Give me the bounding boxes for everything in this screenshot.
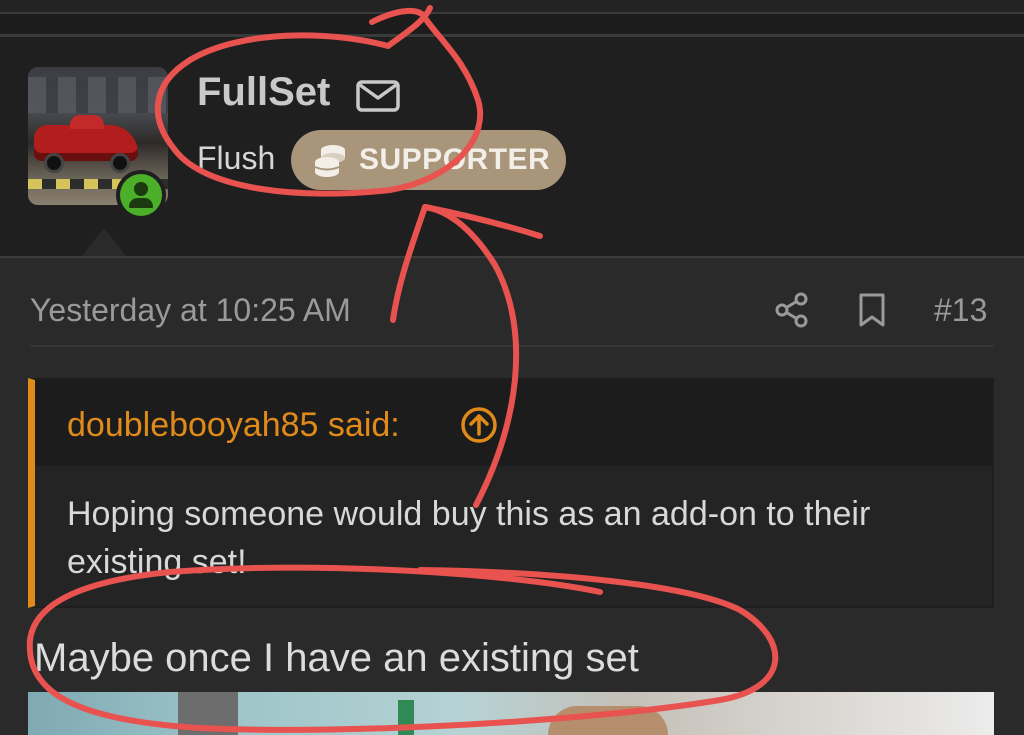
quote-block: doublebooyah85 said: Hoping someone woul… (28, 378, 994, 608)
quote-header: doublebooyah85 said: (35, 380, 992, 466)
arrow-up-circle-icon[interactable] (459, 405, 499, 445)
username[interactable]: FullSet (197, 70, 330, 115)
quote-text: Hoping someone would buy this as an add-… (67, 495, 871, 581)
post-timestamp[interactable]: Yesterday at 10:25 AM (30, 292, 351, 329)
coins-icon (314, 145, 345, 177)
post-number[interactable]: #13 (934, 292, 987, 329)
author-pointer (82, 228, 126, 256)
online-status-icon (116, 170, 166, 220)
attached-image[interactable] (28, 692, 994, 735)
quote-author[interactable]: doublebooyah85 said: (67, 406, 400, 445)
image-detail (548, 706, 668, 735)
avatar-background (28, 77, 168, 113)
post-message: Maybe once I have an existing set (34, 636, 639, 680)
bookmark-icon[interactable] (856, 292, 888, 328)
avatar-wheel (44, 153, 64, 173)
supporter-badge: SUPPORTER (291, 130, 566, 190)
image-detail (178, 692, 238, 735)
online-user-icon (120, 174, 162, 216)
image-detail (398, 700, 414, 735)
top-bar (0, 0, 1024, 14)
divider (30, 345, 994, 347)
badge-label: SUPPORTER (359, 143, 551, 176)
avatar-wheel (110, 153, 130, 173)
envelope-icon[interactable] (356, 80, 400, 112)
share-icon[interactable] (774, 292, 810, 328)
user-title: Flush (197, 140, 276, 176)
